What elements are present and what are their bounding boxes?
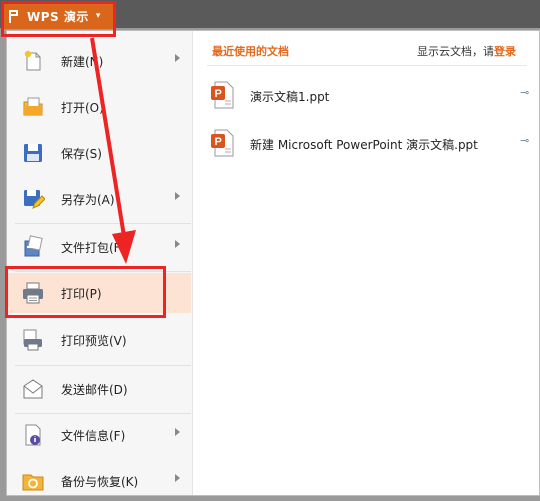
menu-item-label: 保存(S) [61, 147, 102, 161]
menu-item-package[interactable]: 文件打包(F) [7, 227, 191, 267]
submenu-arrow-icon [175, 192, 180, 200]
print-preview-icon [23, 329, 42, 351]
pin-icon[interactable]: ⊸ [520, 86, 529, 99]
recent-file-name: 新建 Microsoft PowerPoint 演示文稿.ppt [250, 138, 478, 152]
menu-item-label: 打印(P) [61, 287, 102, 301]
ppt-file-icon: P [211, 81, 234, 109]
menu-item-label: 另存为(A) [61, 193, 115, 207]
submenu-arrow-icon [175, 240, 180, 248]
menu-item-label: 备份与恢复(K) [61, 475, 139, 489]
menu-item-label: 打印预览(V) [61, 334, 127, 348]
recent-file-item[interactable]: P 新建 Microsoft PowerPoint 演示文稿.ppt ⊸ [207, 125, 535, 161]
mail-icon [23, 379, 43, 399]
save-as-icon [24, 190, 45, 209]
recent-header-divider [207, 65, 527, 66]
menu-item-file-info[interactable]: 文件信息(F) [7, 415, 191, 455]
login-link[interactable]: 登录 [494, 45, 516, 58]
cloud-hint-text: 显示云文档，请 [417, 45, 494, 58]
wps-app-menu-button[interactable]: WPS 演示 ▾ [3, 3, 113, 29]
title-bar: WPS 演示 ▾ [0, 0, 540, 29]
menu-command-list: 新建(N) 打开(O) 保存(S) 另存为(A) 文件打包(F) 打印(P) 打… [7, 31, 193, 495]
menu-item-new[interactable]: 新建(N) [7, 41, 191, 81]
cloud-login-hint: 显示云文档，请登录 [417, 43, 516, 59]
chevron-down-icon: ▾ [95, 11, 101, 21]
recent-file-name: 演示文稿1.ppt [250, 90, 330, 104]
file-menu: 新建(N) 打开(O) 保存(S) 另存为(A) 文件打包(F) 打印(P) 打… [6, 30, 540, 496]
menu-divider [15, 223, 191, 224]
new-document-icon [24, 50, 41, 71]
menu-item-print[interactable]: 打印(P) [7, 273, 191, 313]
wps-app-label: WPS 演示 [27, 9, 89, 24]
print-icon [23, 282, 43, 304]
svg-text:P: P [215, 136, 222, 148]
menu-item-label: 文件信息(F) [61, 429, 126, 443]
menu-item-send-mail[interactable]: 发送邮件(D) [7, 369, 191, 409]
submenu-arrow-icon [175, 428, 180, 436]
menu-item-open[interactable]: 打开(O) [7, 87, 191, 127]
menu-divider [15, 413, 191, 414]
menu-item-label: 打开(O) [61, 101, 104, 115]
menu-item-label: 发送邮件(D) [61, 383, 128, 397]
menu-item-save[interactable]: 保存(S) [7, 133, 191, 173]
menu-divider [15, 365, 191, 366]
submenu-arrow-icon [175, 474, 180, 482]
save-icon [24, 144, 42, 162]
menu-divider [15, 271, 191, 272]
backup-restore-icon [22, 474, 44, 491]
recent-file-item[interactable]: P 演示文稿1.ppt ⊸ [207, 77, 535, 113]
pin-icon[interactable]: ⊸ [520, 134, 529, 147]
menu-item-label: 文件打包(F) [61, 241, 126, 255]
ppt-file-icon: P [211, 129, 234, 157]
menu-item-backup-restore[interactable]: 备份与恢复(K) [7, 461, 191, 501]
menu-item-print-preview[interactable]: 打印预览(V) [7, 320, 191, 360]
open-folder-icon [23, 97, 43, 116]
menu-item-label: 新建(N) [61, 55, 104, 69]
submenu-arrow-icon [175, 54, 180, 62]
svg-text:P: P [215, 88, 222, 100]
wps-logo-icon [9, 9, 19, 23]
menu-item-save-as[interactable]: 另存为(A) [7, 179, 191, 219]
recent-documents-heading: 最近使用的文档 [212, 45, 289, 58]
package-icon [24, 235, 43, 257]
file-info-icon [25, 424, 41, 446]
